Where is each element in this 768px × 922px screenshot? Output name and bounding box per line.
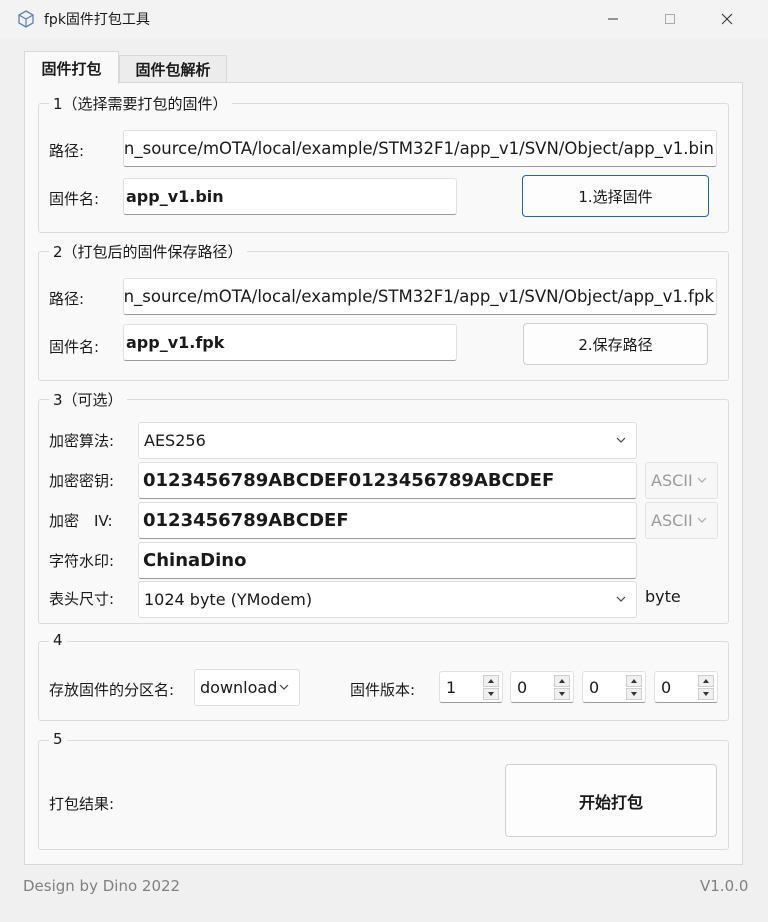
header-size-label: 表头尺寸: [49, 590, 115, 608]
version-label: 固件版本: [350, 681, 416, 699]
version-build-spinbox[interactable]: 0 [654, 671, 718, 703]
key-encoding-value: ASCII [651, 471, 693, 490]
encrypt-algorithm-value: AES256 [144, 431, 206, 450]
caret-down-icon [703, 692, 709, 696]
group-pack-result: 5 打包结果: 开始打包 [38, 730, 729, 850]
spin-down-button[interactable] [483, 688, 499, 700]
source-name-field[interactable]: app_v1.bin [123, 178, 457, 215]
group-title: 5 [49, 730, 67, 748]
spin-buttons [626, 675, 642, 700]
key-encoding-select[interactable]: ASCII [645, 462, 718, 499]
partition-label: 存放固件的分区名: [49, 681, 175, 699]
spin-up-button[interactable] [483, 675, 499, 687]
header-size-value: 1024 byte (YModem) [144, 590, 313, 609]
caret-up-icon [631, 679, 637, 683]
output-path-text: C:/Users/open_source/mOTA/local/example/… [123, 287, 714, 306]
tab-firmware-pack[interactable]: 固件打包 [24, 51, 119, 84]
spin-up-button[interactable] [626, 675, 642, 687]
tab-firmware-parse[interactable]: 固件包解析 [119, 55, 227, 83]
encrypt-algorithm-label: 加密算法: [49, 432, 115, 450]
save-path-button[interactable]: 2.保存路径 [523, 323, 708, 365]
footer-credit: Design by Dino 2022 [23, 877, 181, 895]
partition-value: download [200, 678, 278, 697]
chevron-down-icon [616, 437, 626, 443]
footer-version: V1.0.0 [700, 877, 749, 895]
close-button[interactable] [704, 0, 750, 38]
chevron-down-icon [697, 477, 707, 483]
version-minor-value: 0 [517, 677, 528, 697]
source-path-text: C:/Users/open_source/mOTA/local/example/… [123, 139, 714, 158]
close-icon [721, 13, 733, 25]
header-unit-label: byte [645, 587, 681, 606]
spin-up-button[interactable] [554, 675, 570, 687]
firmware-name-label: 固件名: [49, 338, 100, 356]
iv-encoding-value: ASCII [651, 511, 693, 530]
window-title: fpk固件打包工具 [44, 12, 150, 28]
output-name-field[interactable]: app_v1.fpk [123, 324, 457, 361]
spin-buttons [554, 675, 570, 700]
caret-up-icon [703, 679, 709, 683]
caret-down-icon [631, 692, 637, 696]
pack-result-label: 打包结果: [49, 795, 115, 813]
maximize-icon [665, 14, 675, 24]
encrypt-iv-label: 加密 IV: [49, 512, 113, 530]
version-build-value: 0 [661, 677, 672, 697]
encrypt-iv-field[interactable]: 0123456789ABCDEF [138, 502, 637, 539]
spin-buttons [698, 675, 714, 700]
group-partition-version: 4 存放固件的分区名: download 固件版本: 1 0 0 0 [38, 631, 729, 721]
firmware-name-label: 固件名: [49, 190, 100, 208]
caret-down-icon [559, 692, 565, 696]
spin-down-button[interactable] [554, 688, 570, 700]
minimize-button[interactable] [590, 0, 636, 38]
minimize-icon [608, 18, 618, 20]
spin-buttons [483, 675, 499, 700]
select-firmware-button[interactable]: 1.选择固件 [522, 175, 709, 217]
version-patch-value: 0 [589, 677, 600, 697]
caret-up-icon [559, 679, 565, 683]
version-minor-spinbox[interactable]: 0 [510, 671, 574, 703]
start-pack-button[interactable]: 开始打包 [505, 764, 717, 837]
spin-down-button[interactable] [698, 688, 714, 700]
group-title: 4 [49, 631, 67, 649]
encrypt-key-field[interactable]: 0123456789ABCDEF0123456789ABCDEF [138, 462, 637, 499]
app-logo-icon [18, 10, 34, 28]
title-bar: fpk固件打包工具 [0, 0, 768, 38]
header-size-select[interactable]: 1024 byte (YModem) [138, 581, 637, 618]
group-title: 2（打包后的固件保存路径） [49, 241, 247, 262]
chevron-down-icon [697, 517, 707, 523]
iv-encoding-select[interactable]: ASCII [645, 502, 718, 539]
caret-down-icon [488, 692, 494, 696]
group-title: 3（可选） [49, 389, 127, 410]
watermark-field[interactable]: ChinaDino [138, 542, 637, 579]
chevron-down-icon [616, 596, 626, 602]
group-title: 1（选择需要打包的固件） [49, 93, 232, 114]
group-save-path: 2（打包后的固件保存路径） 路径: C:/Users/open_source/m… [38, 241, 729, 381]
output-path-field[interactable]: C:/Users/open_source/mOTA/local/example/… [123, 278, 717, 315]
chevron-down-icon [279, 684, 289, 690]
path-label: 路径: [49, 142, 85, 160]
spin-down-button[interactable] [626, 688, 642, 700]
watermark-label: 字符水印: [49, 552, 115, 570]
maximize-button[interactable] [647, 0, 693, 38]
encrypt-algorithm-select[interactable]: AES256 [138, 422, 637, 459]
version-major-value: 1 [446, 677, 457, 697]
group-select-firmware: 1（选择需要打包的固件） 路径: C:/Users/open_source/mO… [38, 93, 729, 233]
version-patch-spinbox[interactable]: 0 [582, 671, 646, 703]
version-major-spinbox[interactable]: 1 [439, 671, 503, 703]
path-label: 路径: [49, 290, 85, 308]
group-optional: 3（可选） 加密算法: AES256 加密密钥: 0123456789ABCDE… [38, 389, 729, 624]
encrypt-key-label: 加密密钥: [49, 472, 115, 490]
caret-up-icon [488, 679, 494, 683]
source-path-field[interactable]: C:/Users/open_source/mOTA/local/example/… [123, 130, 717, 167]
partition-select[interactable]: download [194, 669, 300, 706]
spin-up-button[interactable] [698, 675, 714, 687]
